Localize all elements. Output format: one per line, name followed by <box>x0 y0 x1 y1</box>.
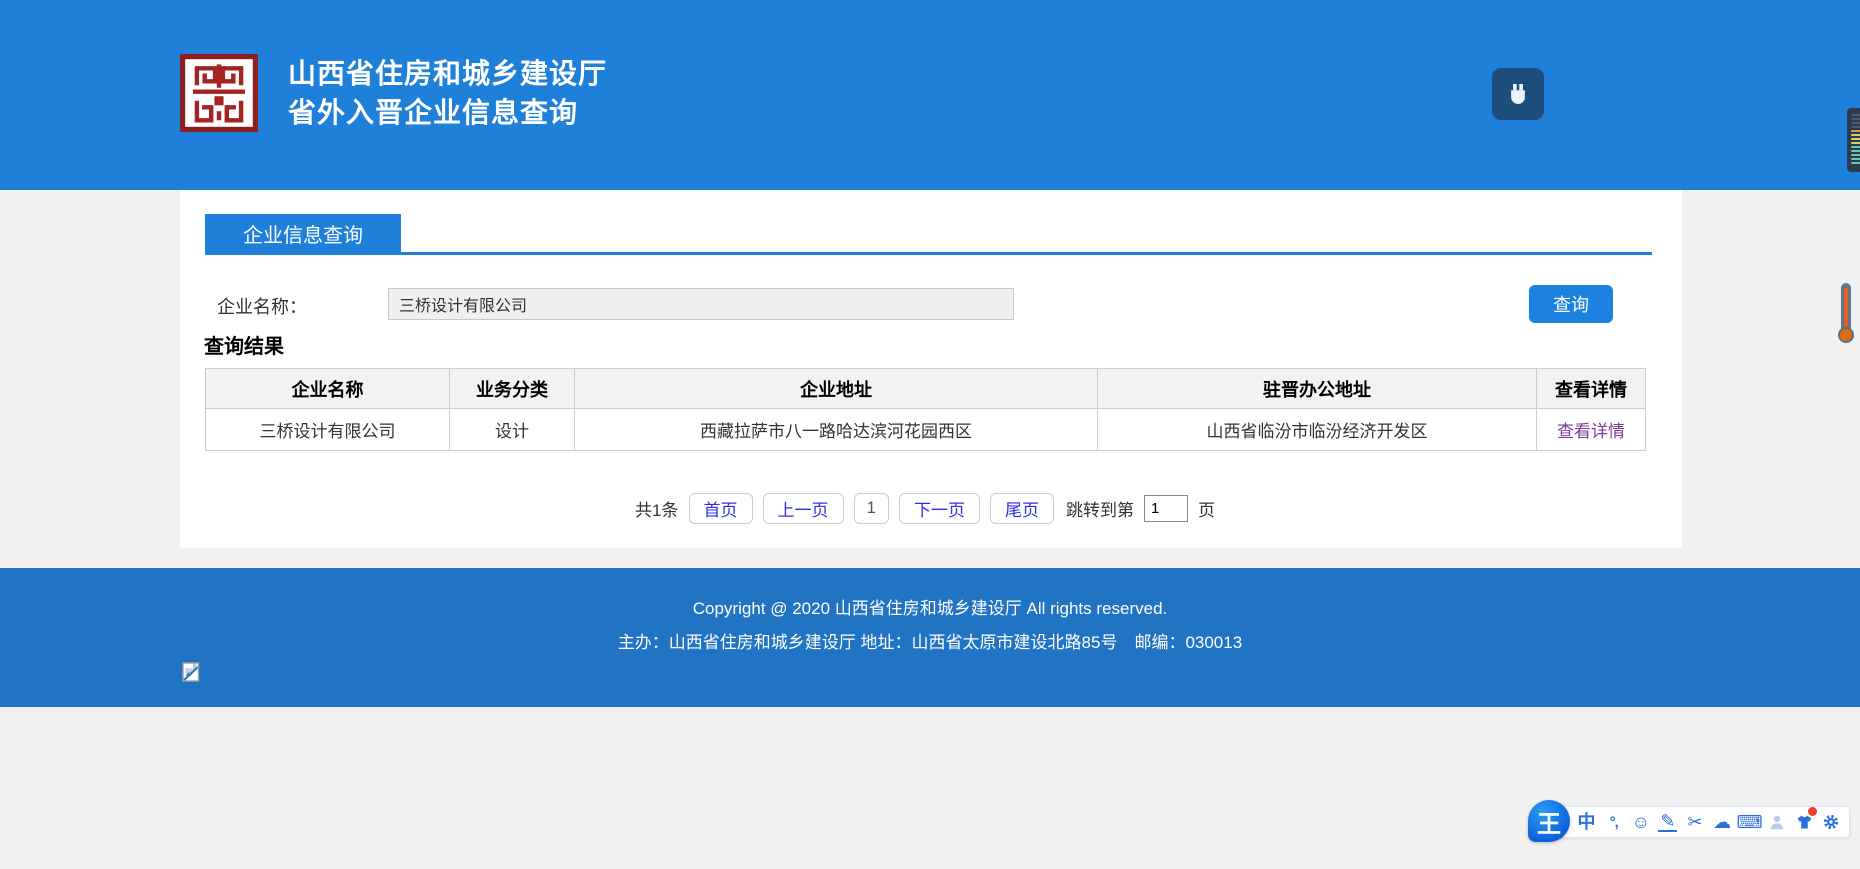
cell-detail: 查看详情 <box>1537 409 1646 451</box>
table-header-row: 企业名称 业务分类 企业地址 驻晋办公地址 查看详情 <box>206 369 1646 409</box>
screenshot-scissors-icon[interactable]: ✂ <box>1685 811 1704 833</box>
cell-office-address: 山西省临汾市临汾经济开发区 <box>1098 409 1537 451</box>
cell-category: 设计 <box>450 409 575 451</box>
column-header-category: 业务分类 <box>450 369 575 409</box>
cell-enterprise-name: 三桥设计有限公司 <box>206 409 450 451</box>
cloud-input-icon[interactable]: ☁ <box>1713 811 1732 833</box>
site-title-line1: 山西省住房和城乡建设厅 <box>288 54 607 93</box>
punctuation-width-icon[interactable]: °, <box>1604 811 1623 833</box>
last-page-button[interactable]: 尾页 <box>990 493 1054 524</box>
results-table: 企业名称 业务分类 企业地址 驻晋办公地址 查看详情 三桥设计有限公司 设计 西… <box>205 368 1646 451</box>
ime-logo[interactable]: 王 <box>1528 800 1570 842</box>
brand: 山西省住房和城乡建设厅 省外入晋企业信息查询 <box>180 54 607 132</box>
sidebar-extension-handle[interactable] <box>1847 108 1860 172</box>
enterprise-name-input[interactable] <box>388 288 1014 320</box>
account-icon[interactable] <box>1768 811 1787 833</box>
ime-toolbar: 中 °, ☺ ✎ ✂ ☁ ⌨ <box>1544 806 1850 838</box>
site-header: 山西省住房和城乡建设厅 省外入晋企业信息查询 <box>0 0 1860 190</box>
handwriting-icon[interactable]: ✎ <box>1658 813 1677 832</box>
jump-page-suffix-label: 页 <box>1198 496 1215 521</box>
chinese-english-toggle-icon[interactable]: 中 <box>1577 811 1596 833</box>
settings-gear-icon[interactable] <box>1822 811 1841 833</box>
thermometer-icon[interactable] <box>1839 283 1853 345</box>
copyright-line: Copyright @ 2020 山西省住房和城乡建设厅 All rights … <box>0 594 1860 619</box>
tab-enterprise-info-query[interactable]: 企业信息查询 <box>205 214 401 252</box>
page: 山西省住房和城乡建设厅 省外入晋企业信息查询 企业信息查询 企业名称： 查询 查… <box>0 0 1860 869</box>
prev-page-button[interactable]: 上一页 <box>763 493 844 524</box>
column-header-address: 企业地址 <box>575 369 1098 409</box>
total-count-label: 共1条 <box>635 496 678 521</box>
content-card: 企业信息查询 企业名称： 查询 查询结果 企业名称 业务分类 企业地址 驻晋办公… <box>180 190 1682 548</box>
next-page-button[interactable]: 下一页 <box>899 493 980 524</box>
tab-underline <box>205 252 1652 255</box>
plug-icon[interactable] <box>1492 68 1544 120</box>
current-page-indicator: 1 <box>854 493 889 524</box>
skin-icon[interactable] <box>1795 811 1814 833</box>
column-header-detail: 查看详情 <box>1537 369 1646 409</box>
view-detail-link[interactable]: 查看详情 <box>1557 422 1625 441</box>
virtual-keyboard-icon[interactable]: ⌨ <box>1740 811 1760 833</box>
pagination: 共1条 首页 上一页 1 下一页 尾页 跳转到第 页 <box>205 488 1645 528</box>
jump-page-input[interactable] <box>1144 495 1188 522</box>
site-title: 山西省住房和城乡建设厅 省外入晋企业信息查询 <box>288 54 607 132</box>
site-title-line2: 省外入晋企业信息查询 <box>288 93 607 132</box>
first-page-button[interactable]: 首页 <box>689 493 753 524</box>
broken-image-icon <box>182 662 201 682</box>
organizer-address-line: 主办：山西省住房和城乡建设厅 地址：山西省太原市建设北路85号 邮编：03001… <box>0 628 1860 653</box>
column-header-name: 企业名称 <box>206 369 450 409</box>
notification-dot <box>1808 807 1817 816</box>
jump-to-page-label: 跳转到第 <box>1066 496 1134 521</box>
site-logo-icon <box>180 54 258 132</box>
cell-address: 西藏拉萨市八一路哈达滨河花园西区 <box>575 409 1098 451</box>
enterprise-name-label: 企业名称： <box>217 293 307 319</box>
site-footer: Copyright @ 2020 山西省住房和城乡建设厅 All rights … <box>0 568 1860 707</box>
results-title: 查询结果 <box>204 330 284 359</box>
query-button[interactable]: 查询 <box>1529 285 1613 323</box>
table-row: 三桥设计有限公司 设计 西藏拉萨市八一路哈达滨河花园西区 山西省临汾市临汾经济开… <box>206 409 1646 451</box>
column-header-office: 驻晋办公地址 <box>1098 369 1537 409</box>
emoji-icon[interactable]: ☺ <box>1631 811 1650 833</box>
